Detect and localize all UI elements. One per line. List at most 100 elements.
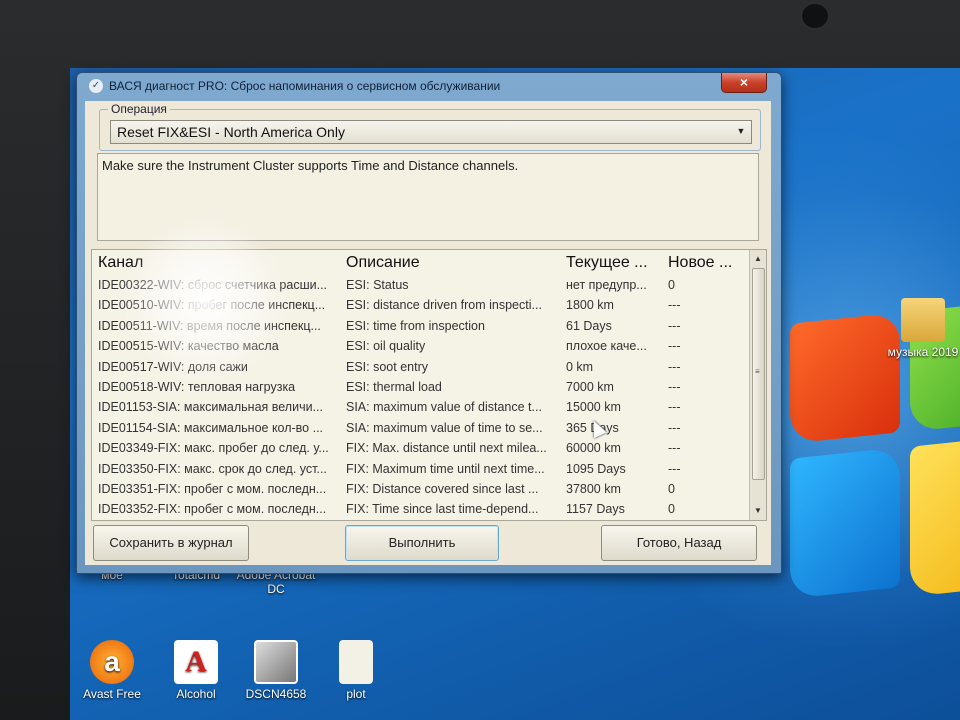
desktop-icon-avast[interactable]: a Avast Free <box>72 640 152 701</box>
webcam <box>800 2 830 30</box>
cell-channel: IDE01154-SIA: максимальное кол-во ... <box>98 420 324 435</box>
app-icon: ✓ <box>89 79 103 93</box>
desktop-icon-dscn4658[interactable]: DSCN4658 <box>236 640 316 701</box>
column-header-current[interactable]: Текущее ... <box>566 254 648 272</box>
table-row[interactable]: IDE03352-FIX: пробег с мом. последн... FI… <box>92 500 752 520</box>
cell-new-value: --- <box>668 298 681 313</box>
operation-group-label: Операция <box>108 102 170 116</box>
instruction-text: Make sure the Instrument Cluster support… <box>97 153 759 241</box>
vcds-dialog: ✓ ВАСЯ диагност PRO: Сброс напоминания о… <box>76 72 782 574</box>
chevron-down-icon[interactable]: ▼ <box>733 123 749 139</box>
cell-new-value: --- <box>668 379 681 394</box>
table-row[interactable]: IDE03350-FIX: макс. срок до след. уст...… <box>92 460 752 480</box>
desktop-icon-label: музыка 2019 <box>887 345 959 359</box>
operation-select[interactable]: Reset FIX&ESI - North America Only ▼ <box>110 120 752 144</box>
cell-channel: IDE00515-WIV: качество масла <box>98 339 279 354</box>
cell-channel: IDE01153-SIA: максимальная величи... <box>98 400 323 415</box>
execute-button[interactable]: Выполнить <box>345 525 499 561</box>
cell-channel: IDE03352-FIX: пробег с мом. последн... <box>98 502 327 517</box>
windows-logo <box>770 300 960 720</box>
cell-new-value: --- <box>668 400 681 415</box>
table-row[interactable]: IDE00517-WIV: доля сажи ESI: soot entry 0 … <box>92 358 752 378</box>
cell-channel: IDE00322-WIV: сброс счетчика расши... <box>98 278 328 292</box>
column-header-description[interactable]: Описание <box>346 254 420 272</box>
music-folder-icon <box>901 298 945 342</box>
close-button[interactable]: × <box>721 73 767 93</box>
cell-current-value: 1800 km <box>566 298 614 313</box>
cell-description: ESI: time from inspection <box>346 318 485 333</box>
cell-description: SIA: maximum value of distance t... <box>346 400 542 415</box>
logo-pane-blue <box>790 447 900 599</box>
grip-icon: ≡ <box>755 367 760 376</box>
cell-new-value: --- <box>668 359 681 374</box>
cell-new-value: --- <box>668 461 681 476</box>
column-header-channel[interactable]: Канал <box>98 254 143 272</box>
cell-current-value: 1095 Days <box>566 461 626 476</box>
cell-new-value: 0 <box>668 502 675 517</box>
done-back-button[interactable]: Готово, Назад <box>601 525 757 561</box>
title-bar[interactable]: ✓ ВАСЯ диагност PRO: Сброс напоминания о… <box>77 73 781 99</box>
cell-description: SIA: maximum value of time to se... <box>346 420 543 435</box>
cell-new-value: --- <box>668 318 681 333</box>
save-to-log-button[interactable]: Сохранить в журнал <box>93 525 249 561</box>
cell-new-value: --- <box>668 441 681 456</box>
table-row[interactable]: IDE03351-FIX: пробег с мом. последн... FI… <box>92 480 752 500</box>
cell-current-value: 61 Days <box>566 318 612 333</box>
cell-channel: IDE00511-WIV: время после инспекц... <box>98 318 321 333</box>
cell-description: FIX: Max. distance until next milea... <box>346 441 547 456</box>
table-row[interactable]: IDE00511-WIV: время после инспекц... ESI:… <box>92 317 752 337</box>
cell-channel: IDE00518-WIV: тепловая нагрузка <box>98 379 296 394</box>
file-icon <box>339 640 373 684</box>
cell-channel: IDE00510-WIV: пробег после инспекц... <box>98 298 326 313</box>
scrollbar-thumb[interactable]: ≡ <box>752 268 765 480</box>
cell-description: FIX: Time since last time-depend... <box>346 502 539 517</box>
table-row[interactable]: IDE00518-WIV: тепловая нагрузка ESI: ther… <box>92 378 752 398</box>
window-title: ВАСЯ диагност PRO: Сброс напоминания о с… <box>109 79 501 93</box>
table-row[interactable]: IDE01154-SIA: максимальное кол-во ... SIA… <box>92 419 752 439</box>
cell-channel: IDE03349-FIX: макс. пробег до след. у... <box>98 441 329 456</box>
cell-description: ESI: soot entry <box>346 359 428 374</box>
dialog-client: Операция Reset FIX&ESI - North America O… <box>85 101 771 565</box>
desktop-icon-label: plot <box>346 687 366 701</box>
cell-description: ESI: Status <box>346 278 409 292</box>
cell-current-value: 365 Days <box>566 420 619 435</box>
desktop-icon-label: Avast Free <box>83 687 141 701</box>
desktop-icon-label: DSCN4658 <box>245 687 307 701</box>
cell-channel: IDE03351-FIX: пробег с мом. последн... <box>98 481 327 496</box>
scroll-up-icon[interactable]: ▲ <box>750 252 766 266</box>
table-body: IDE00322-WIV: сброс счетчика расши... ESI… <box>92 276 752 520</box>
channel-table: Канал Описание Текущее ... Новое ... IDE… <box>91 249 767 521</box>
cell-description: ESI: distance driven from inspecti... <box>346 298 542 313</box>
cell-current-value: 1157 Days <box>566 502 625 517</box>
avast-icon: a <box>90 640 134 684</box>
operation-group: Операция Reset FIX&ESI - North America O… <box>99 102 761 151</box>
cell-channel: IDE00517-WIV: доля сажи <box>98 359 248 374</box>
cell-description: FIX: Maximum time until next time... <box>346 461 545 476</box>
cell-current-value: 60000 km <box>566 441 621 456</box>
desktop-icon-plot[interactable]: plot <box>316 640 396 701</box>
cell-current-value: 15000 km <box>566 400 621 415</box>
logo-pane-yellow <box>910 435 960 597</box>
operation-selected-value: Reset FIX&ESI - North America Only <box>117 124 345 140</box>
table-row[interactable]: IDE00515-WIV: качество масла ESI: oil qua… <box>92 337 752 357</box>
table-row[interactable]: IDE00322-WIV: сброс счетчика расши... ESI… <box>92 276 752 296</box>
table-row[interactable]: IDE01153-SIA: максимальная величи... SIA:… <box>92 398 752 418</box>
cell-new-value: 0 <box>668 481 675 496</box>
desktop-icon-label: Alcohol <box>176 687 216 701</box>
scroll-down-icon[interactable]: ▼ <box>750 504 766 518</box>
cell-new-value: 0 <box>668 278 675 292</box>
cell-current-value: 7000 km <box>566 379 614 394</box>
cell-new-value: --- <box>668 420 681 435</box>
table-row[interactable]: IDE00510-WIV: пробег после инспекц... ESI… <box>92 296 752 316</box>
cell-description: ESI: thermal load <box>346 379 442 394</box>
cell-description: ESI: oil quality <box>346 339 426 354</box>
alcohol-icon: A <box>174 640 218 684</box>
column-header-new[interactable]: Новое ... <box>668 254 732 272</box>
cell-description: FIX: Distance covered since last ... <box>346 481 539 496</box>
cell-new-value: --- <box>668 339 681 354</box>
desktop-icon-music[interactable]: музыка 2019 <box>880 298 960 359</box>
vertical-scrollbar[interactable]: ▲ ≡ ▼ <box>749 250 766 520</box>
table-header: Канал Описание Текущее ... Новое ... <box>92 250 752 274</box>
desktop-icon-alcohol[interactable]: A Alcohol <box>156 640 236 701</box>
table-row[interactable]: IDE03349-FIX: макс. пробег до след. у...… <box>92 439 752 459</box>
